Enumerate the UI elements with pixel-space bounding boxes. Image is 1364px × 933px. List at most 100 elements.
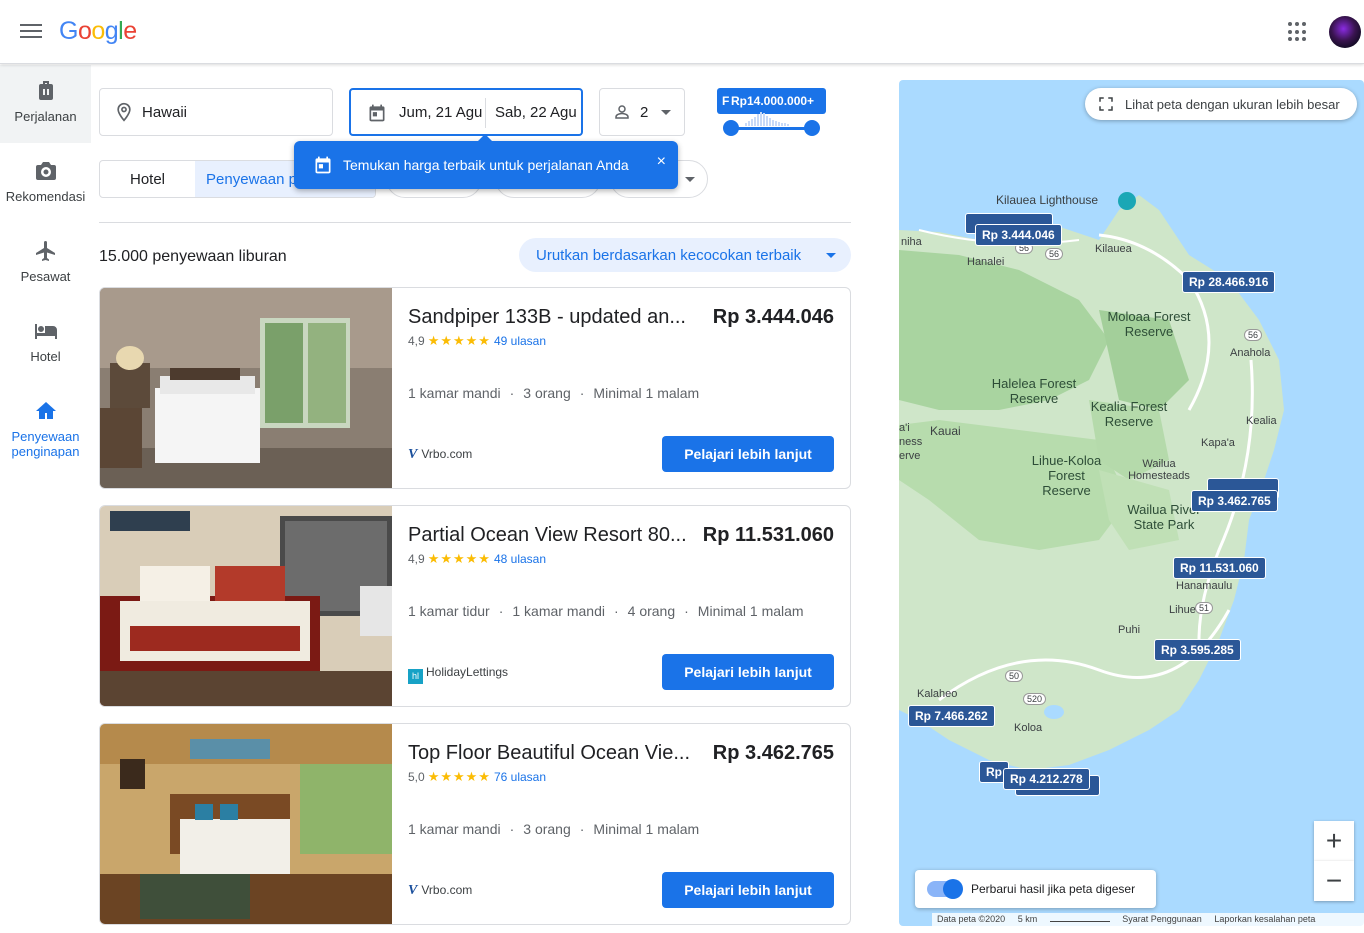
location-search-input[interactable]: Hawaii — [99, 88, 333, 136]
map-price-marker[interactable]: Rp 7.466.262 — [908, 705, 995, 727]
map-label: Kalaheo — [917, 688, 958, 700]
map-price-marker[interactable]: Rp 11.531.060 — [1173, 557, 1266, 579]
map-label: Kealia Forest Reserve — [1090, 399, 1168, 429]
nav-flights[interactable]: Pesawat — [0, 225, 91, 303]
guests-count: 2 — [640, 104, 649, 121]
reviews-link[interactable]: 49 ulasan — [494, 334, 546, 348]
map-price-marker[interactable]: Rp 3.444.046 — [975, 224, 1062, 246]
vendor-name: HolidayLettings — [426, 665, 509, 679]
nav-explore-label: Rekomendasi — [5, 189, 86, 204]
apps-grid-icon[interactable] — [1288, 22, 1308, 42]
map-label: ness — [899, 436, 923, 448]
map-label: Wailua Homesteads — [1128, 458, 1190, 482]
checkout-date[interactable]: Sab, 22 Agu — [495, 104, 577, 121]
airplane-icon — [35, 241, 55, 261]
map-price-marker[interactable]: Rp 3.595.285 — [1154, 639, 1241, 661]
tooltip-text: Temukan harga terbaik untuk perjalanan A… — [343, 157, 629, 173]
guests-selector[interactable]: 2 — [599, 88, 685, 136]
listing-card[interactable]: Partial Ocean View Resort 80... Rp 11.53… — [99, 505, 851, 707]
reviews-link[interactable]: 48 ulasan — [494, 552, 546, 566]
calendar-icon — [315, 156, 331, 174]
star-rating-icon: ★★★★★ — [427, 769, 491, 784]
learn-more-button[interactable]: Pelajari lebih lanjut — [662, 872, 834, 908]
map[interactable]: Kilauea Lighthouse Kilauea Hanalei Moloa… — [899, 80, 1364, 926]
learn-more-button[interactable]: Pelajari lebih lanjut — [662, 654, 834, 690]
location-value: Hawaii — [142, 104, 188, 121]
star-rating-icon: ★★★★★ — [427, 333, 491, 348]
amenity: 1 kamar tidur — [408, 603, 490, 619]
road-sign: 50 — [1005, 670, 1024, 682]
map-data-credit: Data peta ©2020 — [937, 914, 1006, 924]
amenity: Minimal 1 malam — [593, 385, 700, 401]
map-label: Anahola — [1230, 347, 1271, 359]
update-on-move-toggle[interactable] — [927, 879, 963, 899]
price-range-badge: F Rp14.000.000+ — [717, 88, 826, 114]
amenity: 4 orang — [627, 603, 676, 619]
avatar[interactable] — [1329, 16, 1361, 48]
price-badge-label: Rp14.000.000+ — [731, 94, 815, 108]
listing-amenities: 1 kamar mandi · 3 orang · Minimal 1 malam — [408, 821, 700, 837]
date-picker[interactable]: Jum, 21 Agu Sab, 22 Agu — [349, 88, 583, 136]
nav-explore[interactable]: Rekomendasi — [0, 145, 91, 223]
amenity: 1 kamar mandi — [512, 603, 605, 619]
fullscreen-icon — [1099, 97, 1113, 111]
rating-value: 4,9 — [408, 552, 425, 566]
star-rating-icon: ★★★★★ — [427, 551, 491, 566]
update-on-move-label: Perbarui hasil jika peta digeser — [971, 882, 1136, 896]
zoom-in-button[interactable]: + — [1314, 821, 1354, 861]
tab-hotel[interactable]: Hotel — [100, 161, 195, 197]
listing-photo[interactable] — [100, 288, 392, 488]
reviews-link[interactable]: 76 ulasan — [494, 770, 546, 784]
close-icon[interactable]: × — [657, 153, 666, 171]
sort-dropdown[interactable]: Urutkan berdasarkan kecocokan terbaik — [519, 238, 851, 272]
nav-hotels[interactable]: Hotel — [0, 305, 91, 383]
camera-icon — [35, 162, 56, 180]
price-slider-max-handle[interactable] — [804, 120, 820, 136]
listing-title[interactable]: Sandpiper 133B - updated an... — [408, 306, 686, 329]
results-count: 15.000 penyewaan liburan — [99, 248, 287, 265]
amenity: Minimal 1 malam — [697, 603, 804, 619]
listing-card[interactable]: Top Floor Beautiful Ocean Vie... Rp 3.46… — [99, 723, 851, 925]
price-histogram — [745, 112, 800, 126]
checkin-date[interactable]: Jum, 21 Agu — [399, 104, 482, 121]
amenity: 3 orang — [523, 821, 571, 837]
map-label: Lihue — [1169, 604, 1196, 616]
vrbo-logo-icon: V — [408, 447, 418, 462]
date-separator — [485, 98, 486, 128]
map-price-marker[interactable]: Rp 3.462.765 — [1191, 490, 1278, 512]
nav-trips-label: Perjalanan — [14, 109, 77, 124]
terms-link[interactable]: Syarat Penggunaan — [1122, 914, 1202, 924]
nav-vacation-rentals[interactable]: Penyewaan penginapan — [0, 385, 91, 475]
menu-icon[interactable] — [18, 20, 44, 44]
report-error-link[interactable]: Laporkan kesalahan peta — [1214, 914, 1315, 924]
map-price-marker[interactable]: Rp 4.212.278 — [1003, 768, 1090, 790]
map-price-marker[interactable]: Rp 28.466.916 — [1182, 271, 1276, 293]
listing-amenities: 1 kamar tidur · 1 kamar mandi · 4 orang · Mini… — [408, 603, 804, 619]
listing-card[interactable]: Sandpiper 133B - updated an... Rp 3.444.… — [99, 287, 851, 489]
listing-photo[interactable] — [100, 506, 392, 706]
luggage-icon — [38, 81, 53, 100]
listing-price: Rp 3.462.765 — [712, 742, 834, 764]
amenity: 1 kamar mandi — [408, 821, 501, 837]
map-label: Kapa'a — [1201, 437, 1235, 449]
amenity: 3 orang — [523, 385, 571, 401]
person-icon — [615, 105, 629, 119]
road-sign: 51 — [1195, 602, 1214, 614]
nav-trips[interactable]: Perjalanan — [0, 65, 91, 143]
learn-more-button[interactable]: Pelajari lebih lanjut — [662, 436, 834, 472]
map-label: Kauai — [930, 424, 961, 438]
google-logo[interactable]: Google — [59, 17, 137, 46]
listing-amenities: 1 kamar mandi · 3 orang · Minimal 1 malam — [408, 385, 700, 401]
calendar-icon — [369, 104, 385, 122]
listing-vendor: hl HolidayLettings — [408, 665, 508, 684]
map-label: a'i — [899, 422, 910, 434]
listing-title[interactable]: Partial Ocean View Resort 80... — [408, 524, 687, 547]
expand-map-button[interactable]: Lihat peta dengan ukuran lebih besar — [1085, 88, 1357, 120]
listing-title[interactable]: Top Floor Beautiful Ocean Vie... — [408, 742, 690, 765]
zoom-out-button[interactable]: − — [1314, 861, 1354, 901]
holidaylettings-logo-icon: hl — [408, 669, 423, 684]
listing-photo[interactable] — [100, 724, 392, 924]
map-scale-bar — [1049, 921, 1110, 922]
price-slider-min-handle[interactable] — [723, 120, 739, 136]
chevron-down-icon — [685, 177, 695, 182]
